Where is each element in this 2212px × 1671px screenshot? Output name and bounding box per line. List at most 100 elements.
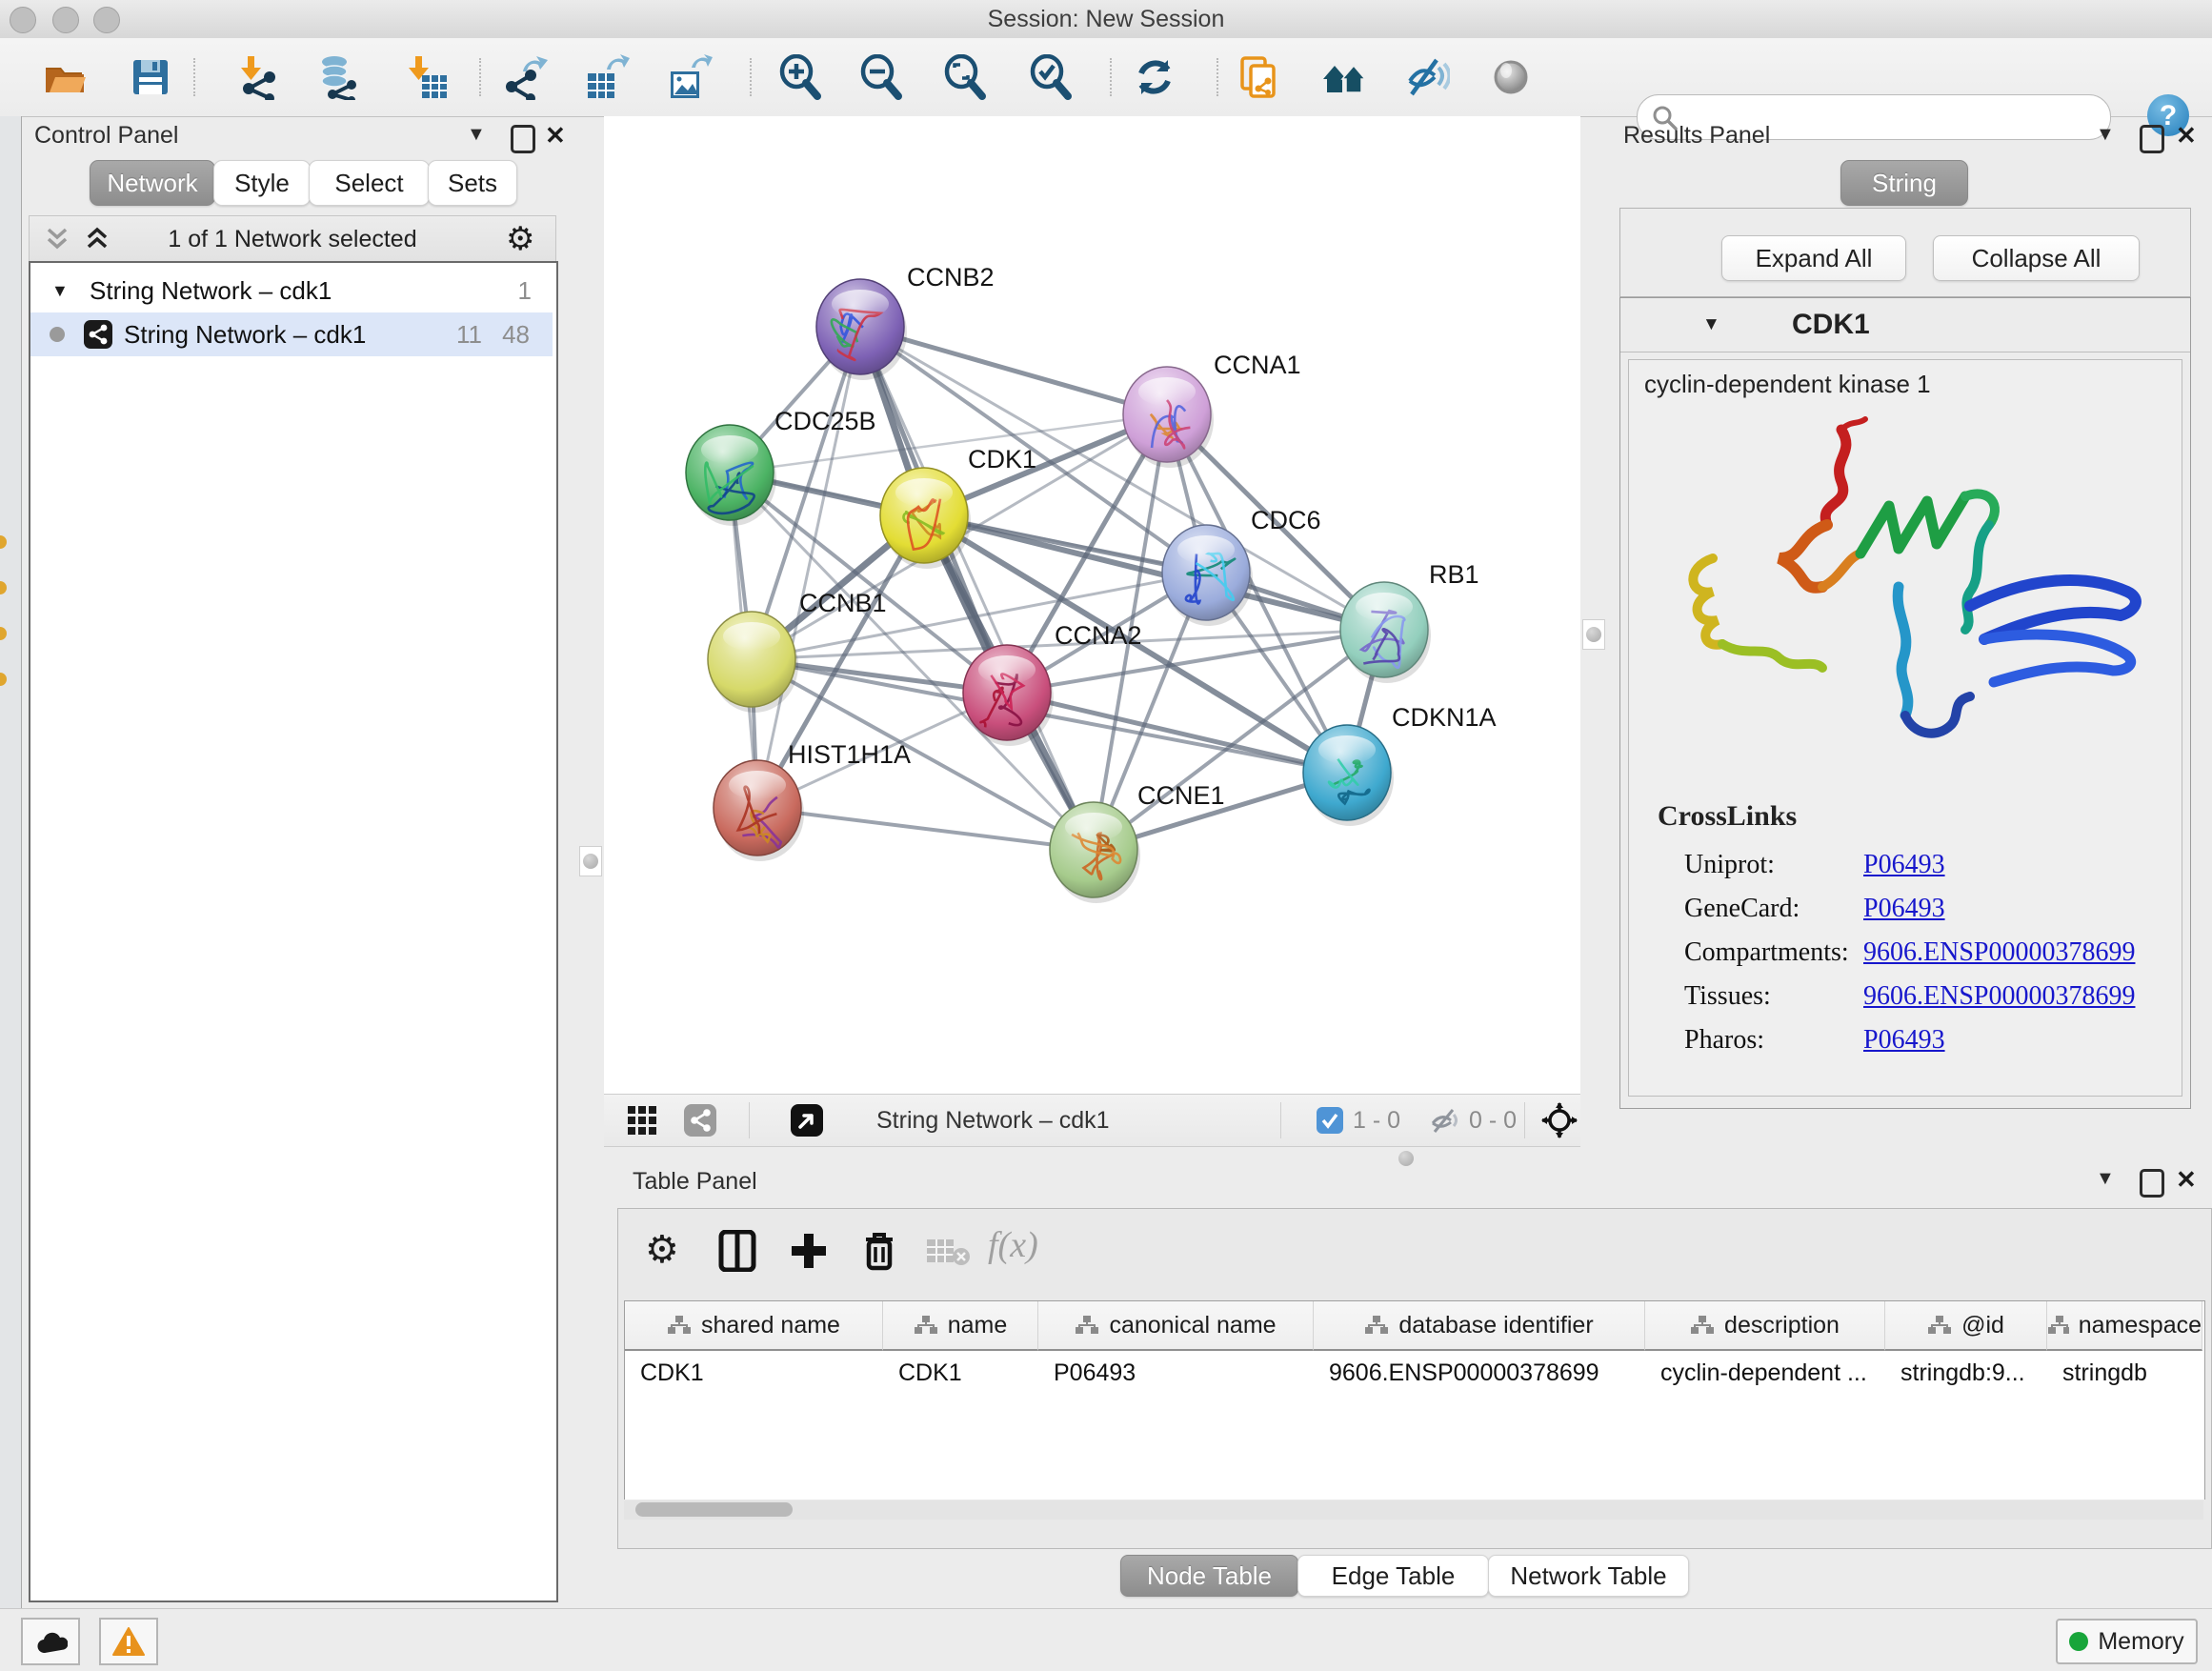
network-selector-bar: 1 of 1 Network selected ⚙ <box>29 215 556 263</box>
node-table-container: ⚙ f(x) shared namenamecanonical namedata… <box>617 1208 2212 1549</box>
table-cell[interactable]: 9606.ENSP00000378699 <box>1314 1351 1645 1395</box>
control-panel: Control Panel ▼ ✕ NetworkStyleSelectSets… <box>21 116 564 1608</box>
crosslink-value-link[interactable]: 9606.ENSP00000378699 <box>1863 937 2135 968</box>
status-bar: Memory <box>0 1608 2212 1671</box>
collapse-triangle-icon[interactable]: ▼ <box>1702 298 1720 352</box>
horizontal-scrollbar[interactable] <box>624 1500 2203 1520</box>
close-panel-icon[interactable]: ✕ <box>2176 1165 2197 1195</box>
show-glass-icon[interactable] <box>1488 54 1534 100</box>
protein-structure-image <box>1656 415 2151 758</box>
zoom-in-icon[interactable] <box>777 54 823 100</box>
node-label-CCNB2: CCNB2 <box>907 263 995 292</box>
share-icon[interactable] <box>684 1104 716 1141</box>
gear-icon[interactable]: ⚙ <box>645 1228 679 1272</box>
checkbox-icon[interactable] <box>1317 1107 1343 1138</box>
refresh-layout-icon[interactable] <box>1132 54 1177 100</box>
float-panel-icon[interactable] <box>2140 1169 2164 1198</box>
table-cell[interactable]: stringdb:9... <box>1885 1351 2047 1395</box>
hidden-eye-icon <box>1429 1107 1461 1138</box>
tab-node-table[interactable]: Node Table <box>1120 1555 1298 1597</box>
crosslink-value-link[interactable]: P06493 <box>1863 850 1945 880</box>
add-column-icon[interactable] <box>788 1230 830 1277</box>
crosslink-label: Uniprot: <box>1684 850 1775 880</box>
float-panel-icon[interactable] <box>2140 125 2164 153</box>
save-session-icon[interactable] <box>128 54 173 100</box>
grid-icon[interactable] <box>627 1105 657 1140</box>
crosslink-value-link[interactable]: P06493 <box>1863 894 1945 924</box>
network-row[interactable]: String Network – cdk1 11 48 <box>30 312 553 356</box>
table-cell[interactable]: P06493 <box>1038 1351 1314 1395</box>
tab-string[interactable]: String <box>1840 160 1968 206</box>
crosshair-icon[interactable] <box>1541 1102 1578 1143</box>
protein-header-row[interactable]: ▼ CDK1 <box>1620 298 2190 352</box>
home-icon[interactable] <box>1321 54 1367 100</box>
column-header-namespace[interactable]: namespace <box>2047 1301 2202 1351</box>
open-session-icon[interactable] <box>42 54 88 100</box>
table-panel-title: Table Panel <box>633 1168 757 1196</box>
column-header-name[interactable]: name <box>883 1301 1038 1351</box>
tab-style[interactable]: Style <box>213 160 311 206</box>
table-row[interactable]: CDK1CDK1P064939606.ENSP00000378699cyclin… <box>625 1351 2202 1395</box>
crosslink-label: Compartments: <box>1684 937 1849 968</box>
control-panel-title: Control Panel <box>34 122 178 150</box>
scrollbar-thumb[interactable] <box>635 1502 793 1517</box>
birdseye-icon[interactable] <box>791 1104 823 1141</box>
crosslinks-list: Uniprot:P06493GeneCard:P06493Compartment… <box>1684 844 2170 1063</box>
column-header-canonical-name[interactable]: canonical name <box>1038 1301 1314 1351</box>
column-header-database-identifier[interactable]: database identifier <box>1314 1301 1645 1351</box>
hide-glass-icon[interactable] <box>1404 54 1450 100</box>
column-header-description[interactable]: description <box>1645 1301 1885 1351</box>
export-image-icon[interactable] <box>667 54 713 100</box>
export-network-icon[interactable] <box>502 54 548 100</box>
tab-network[interactable]: Network <box>90 160 215 206</box>
crosslink-row: Tissues:9606.ENSP00000378699 <box>1684 976 2170 1019</box>
panel-menu-icon[interactable]: ▼ <box>2096 1168 2115 1190</box>
tab-select[interactable]: Select <box>309 160 430 206</box>
table-cell[interactable]: CDK1 <box>625 1351 883 1395</box>
cloud-button[interactable] <box>21 1618 80 1665</box>
node-label-HIST1H1A: HIST1H1A <box>788 740 911 769</box>
panel-menu-icon[interactable]: ▼ <box>467 124 486 146</box>
table-cell[interactable]: stringdb <box>2047 1351 2202 1395</box>
tab-network-table[interactable]: Network Table <box>1488 1555 1689 1597</box>
string-import-icon[interactable] <box>1237 54 1282 100</box>
import-table-file-icon[interactable] <box>403 54 449 100</box>
node-label-CDK1: CDK1 <box>968 445 1036 473</box>
columns-icon[interactable] <box>717 1230 759 1277</box>
panel-menu-icon[interactable]: ▼ <box>2096 124 2115 146</box>
close-panel-icon[interactable]: ✕ <box>2176 121 2197 151</box>
network-collection-row[interactable]: ▼ String Network – cdk1 1 <box>30 269 553 312</box>
table-cell[interactable]: CDK1 <box>883 1351 1038 1395</box>
warning-button[interactable] <box>99 1618 158 1665</box>
collapse-triangle-icon[interactable]: ▼ <box>51 269 69 312</box>
zoom-selected-icon[interactable] <box>1028 54 1074 100</box>
expand-all-button[interactable]: Expand All <box>1721 235 1906 281</box>
network-canvas[interactable]: CCNB2CCNA1CDC25BCDK1CDC6RB1CCNB1CCNA2CDK… <box>604 116 1580 1094</box>
column-header-shared-name[interactable]: shared name <box>625 1301 883 1351</box>
network-collection-label: String Network – cdk1 <box>90 269 332 312</box>
title-bar: Session: New Session <box>0 0 2212 39</box>
table-cell[interactable]: cyclin-dependent ... <box>1645 1351 1885 1395</box>
import-network-database-icon[interactable] <box>315 54 361 100</box>
collapse-all-button[interactable]: Collapse All <box>1933 235 2140 281</box>
import-network-file-icon[interactable] <box>235 54 281 100</box>
crosslink-value-link[interactable]: 9606.ENSP00000378699 <box>1863 981 2135 1012</box>
left-splitter-handle[interactable] <box>579 846 602 876</box>
export-table-icon[interactable] <box>584 54 630 100</box>
warning-icon <box>112 1627 145 1656</box>
table-tabs: Node TableEdge TableNetwork Table <box>617 1555 2212 1599</box>
crosslink-value-link[interactable]: P06493 <box>1863 1025 1945 1056</box>
zoom-out-icon[interactable] <box>858 54 904 100</box>
protein-details: cyclin-dependent kinase 1 <box>1628 359 2182 1097</box>
zoom-fit-icon[interactable] <box>942 54 988 100</box>
close-panel-icon[interactable]: ✕ <box>545 121 566 151</box>
node-label-CDKN1A: CDKN1A <box>1392 703 1497 732</box>
float-panel-icon[interactable] <box>511 125 535 153</box>
gear-icon[interactable]: ⚙ <box>506 220 534 258</box>
memory-button[interactable]: Memory <box>2056 1619 2198 1664</box>
selected-counts: 1 - 0 <box>1353 1095 1400 1146</box>
tab-edge-table[interactable]: Edge Table <box>1297 1555 1489 1597</box>
delete-column-icon[interactable] <box>858 1228 900 1277</box>
tab-sets[interactable]: Sets <box>428 160 517 206</box>
column-header--id[interactable]: @id <box>1885 1301 2047 1351</box>
